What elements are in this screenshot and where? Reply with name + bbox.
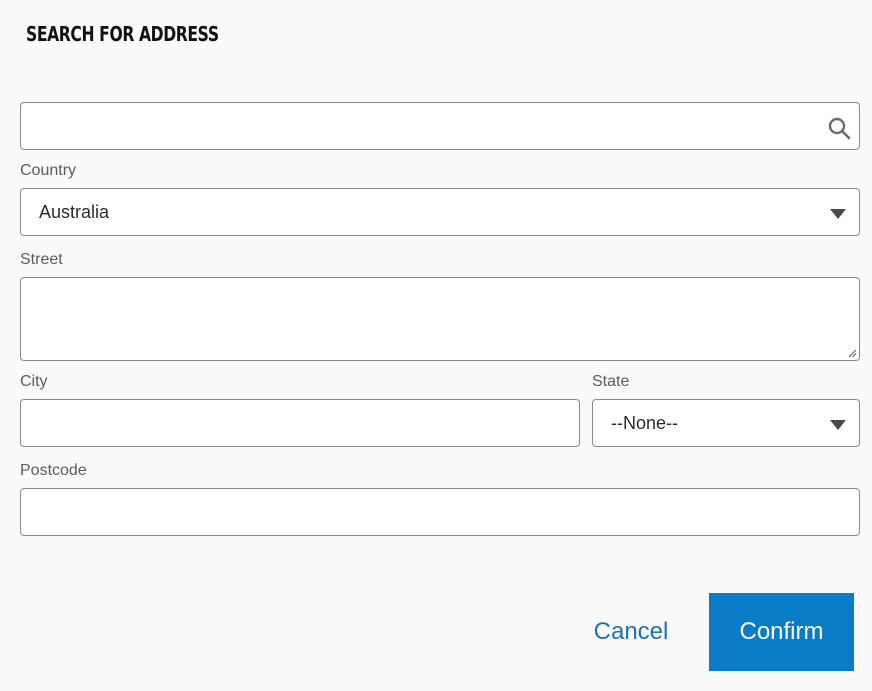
state-select[interactable]: --None-- (592, 399, 860, 447)
city-label: City (20, 373, 48, 390)
city-input[interactable] (20, 399, 580, 447)
state-selected-value: --None-- (611, 413, 679, 433)
postcode-input[interactable] (20, 488, 860, 536)
country-selected-value: Australia (39, 202, 110, 222)
postcode-label: Postcode (20, 462, 87, 479)
street-textarea[interactable] (20, 277, 860, 361)
dialog-title: SEARCH FOR ADDRESS (26, 22, 219, 46)
cancel-button[interactable]: Cancel (578, 606, 684, 658)
address-dialog: SEARCH FOR ADDRESS Country Australia Str… (0, 0, 872, 691)
resize-handle-icon[interactable] (847, 348, 857, 358)
address-search-input[interactable] (20, 102, 860, 150)
chevron-down-icon (830, 420, 846, 430)
confirm-button[interactable]: Confirm (709, 593, 854, 671)
search-icon[interactable] (827, 116, 851, 140)
street-label: Street (20, 251, 63, 268)
chevron-down-icon (830, 209, 846, 219)
country-label: Country (20, 162, 77, 179)
country-select[interactable]: Australia (20, 188, 860, 236)
state-label: State (592, 373, 630, 390)
